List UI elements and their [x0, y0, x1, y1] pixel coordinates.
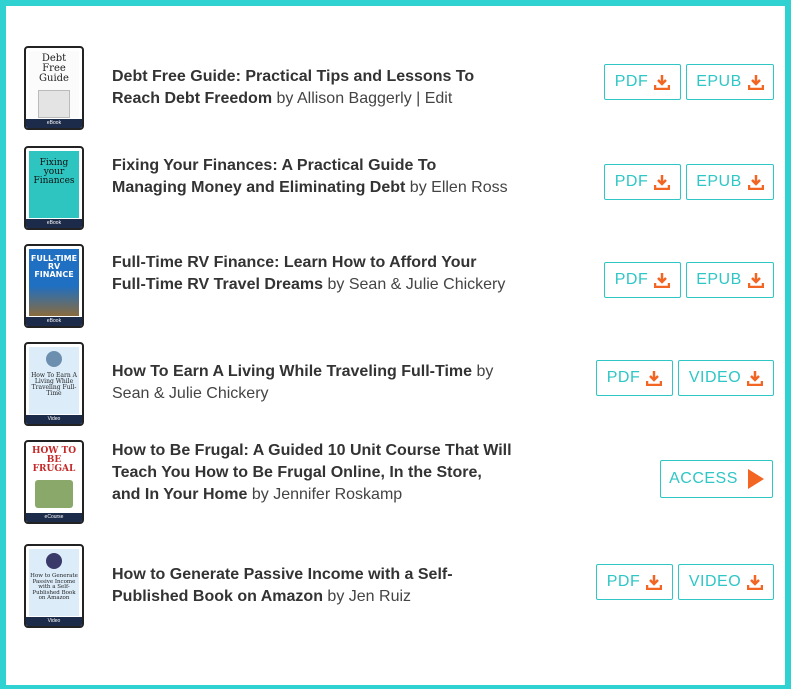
download-icon: [747, 371, 764, 386]
button-label: ACCESS: [669, 470, 738, 487]
download-icon: [747, 575, 764, 590]
item-author: by Ellen Ross: [409, 179, 508, 196]
book-cover[interactable]: HOW TO BE FRUGAL eCourse: [24, 440, 84, 524]
list-item: HOW TO BE FRUGAL eCourse How to Be Fruga…: [12, 440, 779, 540]
cover-format-label: eBook: [26, 219, 82, 228]
download-icon: [646, 371, 663, 386]
button-label: VIDEO: [688, 573, 742, 590]
cover-format-label: eCourse: [26, 513, 82, 522]
cover-title: Fixing your Finances: [33, 158, 75, 186]
pdf-download-button[interactable]: PDF: [604, 262, 681, 298]
cover-format-label: eBook: [26, 119, 82, 128]
item-author: by Sean & Julie Chickery: [327, 276, 506, 293]
pdf-download-button[interactable]: PDF: [604, 64, 681, 100]
cover-title: How to Generate Passive Income with a Se…: [30, 573, 78, 601]
list-item: Debt Free Guide eBook Debt Free Guide: P…: [12, 46, 779, 136]
button-label: EPUB: [696, 173, 742, 190]
cover-title: How To Earn A Living While Traveling Ful…: [31, 372, 77, 397]
download-icon: [747, 273, 764, 288]
resource-list-frame: Debt Free Guide eBook Debt Free Guide: P…: [0, 0, 791, 689]
book-cover[interactable]: How To Earn A Living While Traveling Ful…: [24, 342, 84, 426]
download-icon: [747, 75, 764, 90]
item-author: by Allison Baggerly | Edit: [276, 90, 453, 107]
book-cover[interactable]: Fixing your Finances eBook: [24, 146, 84, 230]
epub-download-button[interactable]: EPUB: [686, 164, 774, 200]
pdf-download-button[interactable]: PDF: [604, 164, 681, 200]
download-icon: [654, 175, 671, 190]
button-label: EPUB: [696, 73, 742, 90]
epub-download-button[interactable]: EPUB: [686, 262, 774, 298]
play-icon: [747, 469, 764, 489]
item-title-link[interactable]: How To Earn A Living While Traveling Ful…: [112, 363, 472, 380]
download-icon: [654, 273, 671, 288]
item-title: Full-Time RV Finance: Learn How to Affor…: [112, 252, 512, 296]
pdf-download-button[interactable]: PDF: [596, 360, 673, 396]
item-author: by Jennifer Roskamp: [251, 486, 403, 503]
list-item: Fixing your Finances eBook Fixing Your F…: [12, 146, 779, 236]
item-title: How to Generate Passive Income with a Se…: [112, 564, 512, 608]
download-icon: [646, 575, 663, 590]
list-item: FULL-TIME RV FINANCE eBook Full-Time RV …: [12, 244, 779, 334]
item-title: How To Earn A Living While Traveling Ful…: [112, 361, 512, 405]
item-title-link[interactable]: Fixing Your Finances: A Practical Guide …: [112, 157, 436, 196]
button-label: PDF: [614, 73, 649, 90]
list-item: How to Generate Passive Income with a Se…: [12, 544, 779, 634]
button-label: PDF: [606, 369, 641, 386]
item-title: Fixing Your Finances: A Practical Guide …: [112, 155, 512, 199]
button-label: PDF: [614, 271, 649, 288]
cover-format-label: eBook: [26, 317, 82, 326]
download-icon: [747, 175, 764, 190]
cover-format-label: Video: [26, 617, 82, 626]
book-cover[interactable]: FULL-TIME RV FINANCE eBook: [24, 244, 84, 328]
cover-title: Debt Free Guide: [39, 53, 69, 84]
book-cover[interactable]: Debt Free Guide eBook: [24, 46, 84, 130]
epub-download-button[interactable]: EPUB: [686, 64, 774, 100]
cover-format-label: Video: [26, 415, 82, 424]
book-cover[interactable]: How to Generate Passive Income with a Se…: [24, 544, 84, 628]
cover-title: HOW TO BE FRUGAL: [31, 446, 77, 474]
video-download-button[interactable]: VIDEO: [678, 360, 774, 396]
access-button[interactable]: ACCESS: [660, 460, 773, 498]
button-label: EPUB: [696, 271, 742, 288]
download-icon: [654, 75, 671, 90]
button-label: PDF: [614, 173, 649, 190]
list-item: How To Earn A Living While Traveling Ful…: [12, 342, 779, 432]
item-author: by Jen Ruiz: [327, 588, 412, 605]
button-label: VIDEO: [688, 369, 742, 386]
pdf-download-button[interactable]: PDF: [596, 564, 673, 600]
button-label: PDF: [606, 573, 641, 590]
cover-title: FULL-TIME RV FINANCE: [30, 254, 78, 279]
item-title: Debt Free Guide: Practical Tips and Less…: [112, 66, 512, 110]
item-title: How to Be Frugal: A Guided 10 Unit Cours…: [112, 440, 512, 506]
video-download-button[interactable]: VIDEO: [678, 564, 774, 600]
